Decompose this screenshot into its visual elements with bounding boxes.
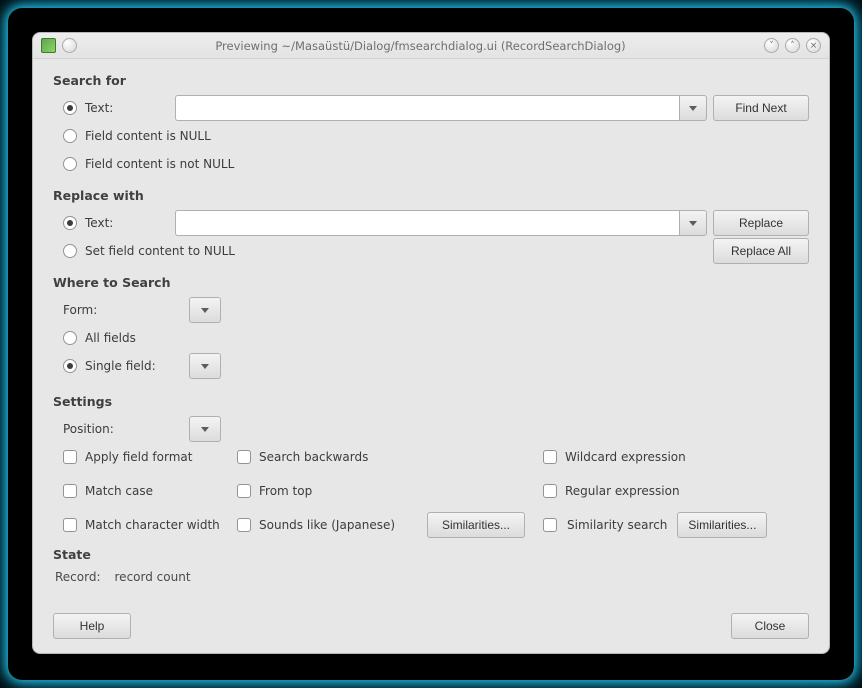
replace-all-button[interactable]: Replace All <box>713 238 809 264</box>
search-text-combo <box>175 95 707 121</box>
form-row: Form: <box>53 296 809 324</box>
record-label: Record: <box>55 570 101 584</box>
help-button[interactable]: Help <box>53 613 131 639</box>
search-text-input[interactable] <box>175 95 679 121</box>
all-fields-radio[interactable] <box>63 331 77 345</box>
match-case-checkbox[interactable] <box>63 484 77 498</box>
all-fields-label: All fields <box>85 331 136 345</box>
search-null-radio[interactable] <box>63 129 77 143</box>
position-label: Position: <box>63 422 114 436</box>
single-field-dropdown[interactable] <box>189 353 221 379</box>
wildcard-label: Wildcard expression <box>565 450 686 464</box>
search-null-label: Field content is NULL <box>85 129 211 143</box>
search-for-heading: Search for <box>53 73 809 88</box>
all-fields-row: All fields <box>53 324 809 352</box>
state-row: Record: record count <box>53 570 809 584</box>
sounds-like-label: Sounds like (Japanese) <box>259 518 395 532</box>
find-next-button[interactable]: Find Next <box>713 95 809 121</box>
search-notnull-radio[interactable] <box>63 157 77 171</box>
chevron-down-icon <box>201 427 209 432</box>
apply-field-format-checkbox[interactable] <box>63 450 77 464</box>
app-icon <box>41 38 56 53</box>
window-close-button[interactable]: × <box>806 38 821 53</box>
settings-heading: Settings <box>53 394 809 409</box>
search-notnull-row: Field content is not NULL <box>53 150 809 178</box>
shade-button[interactable] <box>62 38 77 53</box>
similarities-button[interactable]: Similarities... <box>677 512 767 538</box>
search-null-row: Field content is NULL <box>53 122 809 150</box>
replace-null-row: Set field content to NULL Replace All <box>53 237 809 265</box>
close-button[interactable]: Close <box>731 613 809 639</box>
search-notnull-label: Field content is not NULL <box>85 157 234 171</box>
replace-null-radio[interactable] <box>63 244 77 258</box>
regex-label: Regular expression <box>565 484 680 498</box>
regex-checkbox[interactable] <box>543 484 557 498</box>
chevron-down-icon <box>689 106 697 111</box>
replace-text-combo <box>175 210 707 236</box>
dialog-window: Previewing ~/Masaüstü/Dialog/fmsearchdia… <box>32 32 830 654</box>
search-text-dropdown-button[interactable] <box>679 95 707 121</box>
wildcard-checkbox[interactable] <box>543 450 557 464</box>
from-top-checkbox[interactable] <box>237 484 251 498</box>
titlebar: Previewing ~/Masaüstü/Dialog/fmsearchdia… <box>33 33 829 59</box>
single-field-label: Single field: <box>85 359 156 373</box>
match-case-label: Match case <box>85 484 153 498</box>
chevron-down-icon <box>201 308 209 313</box>
window-title: Previewing ~/Masaüstü/Dialog/fmsearchdia… <box>77 39 764 53</box>
form-label: Form: <box>63 303 97 317</box>
apply-field-format-label: Apply field format <box>85 450 192 464</box>
similarities-japanese-button[interactable]: Similarities... <box>427 512 525 538</box>
dialog-footer: Help Close <box>33 603 829 653</box>
search-backwards-checkbox[interactable] <box>237 450 251 464</box>
search-backwards-label: Search backwards <box>259 450 368 464</box>
position-row: Position: <box>53 415 809 443</box>
dialog-content: Search for Text: Find Next Field content… <box>33 59 829 603</box>
single-field-row: Single field: <box>53 352 809 380</box>
search-text-radio[interactable] <box>63 101 77 115</box>
record-count: record count <box>115 570 191 584</box>
search-text-label: Text: <box>85 101 113 115</box>
chevron-down-icon <box>689 221 697 226</box>
minimize-button[interactable]: ˅ <box>764 38 779 53</box>
position-dropdown[interactable] <box>189 416 221 442</box>
replace-text-dropdown-button[interactable] <box>679 210 707 236</box>
replace-button[interactable]: Replace <box>713 210 809 236</box>
search-text-row: Text: Find Next <box>53 94 809 122</box>
similarity-search-label: Similarity search <box>567 518 667 532</box>
maximize-button[interactable]: ˄ <box>785 38 800 53</box>
form-dropdown[interactable] <box>189 297 221 323</box>
replace-text-row: Text: Replace <box>53 209 809 237</box>
match-char-width-checkbox[interactable] <box>63 518 77 532</box>
replace-text-input[interactable] <box>175 210 679 236</box>
similarity-search-checkbox[interactable] <box>543 518 557 532</box>
from-top-label: From top <box>259 484 312 498</box>
chevron-down-icon <box>201 364 209 369</box>
sounds-like-checkbox[interactable] <box>237 518 251 532</box>
single-field-radio[interactable] <box>63 359 77 373</box>
replace-with-heading: Replace with <box>53 188 809 203</box>
settings-grid: Apply field format Search backwards Wild… <box>63 443 809 539</box>
match-char-width-label: Match character width <box>85 518 220 532</box>
replace-text-label: Text: <box>85 216 113 230</box>
replace-null-label: Set field content to NULL <box>85 244 235 258</box>
state-heading: State <box>53 547 809 562</box>
replace-text-radio[interactable] <box>63 216 77 230</box>
where-heading: Where to Search <box>53 275 809 290</box>
